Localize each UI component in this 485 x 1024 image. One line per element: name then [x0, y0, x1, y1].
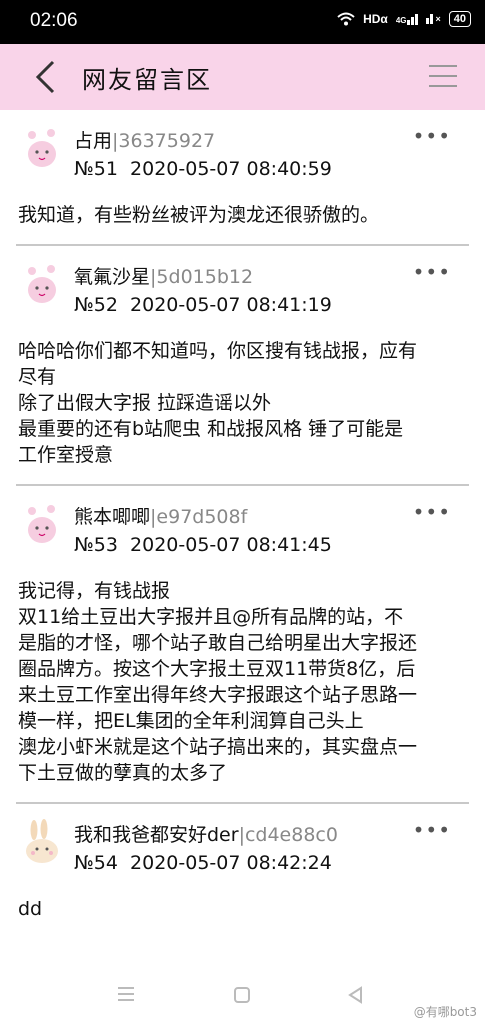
comment-user-id: |e97d508f [150, 506, 248, 528]
comment-text: 哈哈哈你们都不知道吗，你区搜有钱战报，应有 尽有 除了出假大字报 拉踩造谣以外 … [16, 324, 469, 484]
comment-item: 我和我爸都安好der|cd4e88c0 №54 2020-05-07 08:42… [16, 804, 469, 938]
more-options-icon[interactable]: ••• [413, 818, 451, 842]
comment-list: 占用|36375927 №51 2020-05-07 08:40:59 ••• … [0, 110, 485, 938]
page-title: 网友留言区 [82, 66, 212, 94]
comment-text: 我记得，有钱战报 双11给土豆出大字报并且@所有品牌的站，不 是脂的才怪，哪个站… [16, 564, 469, 802]
comment-item: 氧氟沙星|5d015b12 №52 2020-05-07 08:41:19 ••… [16, 246, 469, 486]
comment-text: dd [16, 882, 469, 938]
comment-line: 双11给土豆出大字报并且@所有品牌的站，不 [18, 606, 404, 628]
more-options-icon[interactable]: ••• [413, 260, 451, 284]
signal-off-icon: × [426, 14, 441, 24]
comment-user-id: |cd4e88c0 [238, 824, 338, 846]
status-time: 02:06 [30, 10, 78, 31]
menu-nav-icon[interactable] [117, 986, 135, 1002]
comment-line: 是脂的才怪，哪个站子敢自己给明星出大字报还 [18, 632, 418, 654]
comment-number: №51 [74, 158, 118, 180]
comment-line: 下土豆做的孽真的太多了 [18, 762, 228, 784]
comment-number: №52 [74, 294, 118, 316]
status-icons: HDα 4G × 40 [337, 11, 471, 27]
avatar [26, 819, 58, 863]
back-nav-icon[interactable] [347, 986, 365, 1004]
comment-line: 最重要的还有b站爬虫 和战报风格 锤了可能是 [18, 418, 404, 440]
comment-line: 尽有 [18, 366, 57, 388]
signal-icon: 4G [395, 13, 419, 25]
comment-timestamp: 2020-05-07 08:40:59 [130, 158, 332, 180]
comment-number: №53 [74, 534, 118, 556]
wifi-icon [337, 12, 355, 26]
comment-user-id: |5d015b12 [150, 266, 254, 288]
comment-username: 氧氟沙星 [74, 266, 151, 288]
comment-number: №54 [74, 852, 118, 874]
avatar [28, 265, 56, 303]
back-arrow-icon[interactable] [34, 60, 56, 94]
comment-line: 哈哈哈你们都不知道吗，你区搜有钱战报，应有 [18, 340, 418, 362]
comment-item: 熊本唧唧|e97d508f №53 2020-05-07 08:41:45 ••… [16, 486, 469, 804]
comment-user-id: |36375927 [112, 130, 216, 152]
watermark: @有哪bot3 [413, 1005, 477, 1019]
comment-timestamp: 2020-05-07 08:42:24 [130, 852, 332, 874]
comment-text: 我知道，有些粉丝被评为澳龙还很骄傲的。 [16, 188, 469, 244]
avatar [28, 505, 56, 543]
comment-line: 我记得，有钱战报 [18, 580, 171, 602]
comment-line: 除了出假大字报 拉踩造谣以外 [18, 392, 272, 414]
home-nav-icon[interactable] [233, 986, 251, 1004]
more-options-icon[interactable]: ••• [413, 500, 451, 524]
comment-line: 模一样，把EL集团的全年利润算自己头上 [18, 710, 364, 732]
header-bar: 网友留言区 [0, 44, 485, 110]
comment-line: dd [18, 898, 43, 920]
comment-username: 占用 [74, 130, 113, 152]
comment-username: 我和我爸都安好der [74, 824, 239, 846]
avatar [28, 129, 56, 167]
comment-username: 熊本唧唧 [74, 506, 151, 528]
menu-icon[interactable] [429, 65, 457, 89]
signal-label: 4G [395, 15, 407, 25]
system-nav-bar: @有哪bot3 [0, 978, 485, 1024]
comment-line: 圈品牌方。按这个大字报土豆双11带货8亿，后 [18, 658, 416, 680]
comment-line: 来土豆工作室出得年终大字报跟这个站子思路一 [18, 684, 418, 706]
more-options-icon[interactable]: ••• [413, 124, 451, 148]
comment-timestamp: 2020-05-07 08:41:45 [130, 534, 332, 556]
network-label: HDα [363, 12, 388, 26]
comment-item: 占用|36375927 №51 2020-05-07 08:40:59 ••• … [16, 110, 469, 246]
comment-line: 工作室授意 [18, 444, 114, 466]
comment-line: 我知道，有些粉丝被评为澳龙还很骄傲的。 [18, 204, 380, 226]
status-bar: 02:06 HDα 4G × 40 [0, 0, 485, 44]
comment-line: 澳龙小虾米就是这个站子搞出来的，其实盘点一 [18, 736, 418, 758]
comment-timestamp: 2020-05-07 08:41:19 [130, 294, 332, 316]
battery-icon: 40 [448, 11, 471, 27]
